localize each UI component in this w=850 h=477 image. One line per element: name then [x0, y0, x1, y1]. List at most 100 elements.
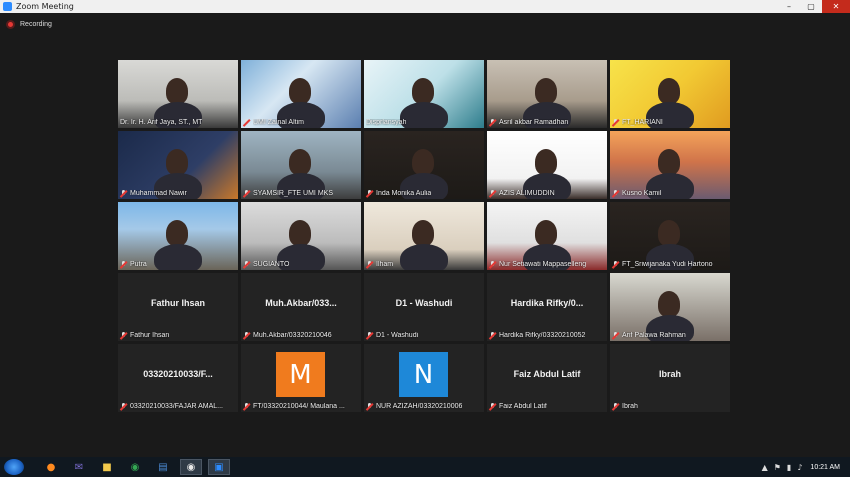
- participant-tile[interactable]: Hardika Rifky/0... Hardika Rifky/03320210…: [487, 273, 607, 341]
- participant-tile[interactable]: UMI Zainal Altim: [241, 60, 361, 128]
- volume-icon[interactable]: ♪: [797, 463, 802, 472]
- participant-tile[interactable]: Inda Monika Aulia: [364, 131, 484, 199]
- participant-silhouette: [658, 78, 680, 104]
- muted-mic-icon: [612, 332, 619, 339]
- taskbar-apps: ● ✉ ■ ◉ ▤ ◉ ▣: [34, 459, 230, 475]
- participant-tile[interactable]: Nur Setiawati Mappaselleng: [487, 202, 607, 270]
- participant-tile[interactable]: Dr. Ir. H. Arif Jaya, ST., MT: [118, 60, 238, 128]
- participant-silhouette: [166, 78, 188, 104]
- firefox-icon[interactable]: ●: [40, 459, 62, 475]
- participant-silhouette: [289, 78, 311, 104]
- participant-silhouette: [154, 244, 202, 270]
- participant-namebar: FT_HARIANI: [612, 119, 663, 126]
- participant-name: FT_Sriwijanaka Yudi Hartono: [622, 261, 713, 268]
- muted-mic-icon: [120, 261, 127, 268]
- participant-video: [610, 60, 730, 128]
- participant-name: FT/03320210044/ Maulana ...: [253, 403, 345, 410]
- participant-tile[interactable]: Disprlansyah: [364, 60, 484, 128]
- participant-tile[interactable]: AZIS ALIMUDDIN: [487, 131, 607, 199]
- start-button-icon[interactable]: [4, 459, 24, 475]
- participant-tile[interactable]: Faiz Abdul Latif Faiz Abdul Latif: [487, 344, 607, 412]
- muted-mic-icon: [489, 403, 496, 410]
- recording-indicator[interactable]: Recording: [6, 20, 52, 29]
- chrome-window-icon[interactable]: ◉: [180, 459, 202, 475]
- participant-silhouette: [658, 291, 680, 317]
- participant-tile[interactable]: Ibrah Ibrah: [610, 344, 730, 412]
- participant-avatar: M: [276, 352, 325, 397]
- participant-namebar: Asril akbar Ramadhan: [489, 119, 568, 126]
- participant-namebar: Nur Setiawati Mappaselleng: [489, 261, 586, 268]
- participant-name: Muhammad Nawir: [130, 190, 187, 197]
- participant-name: SUGIANTO: [253, 261, 290, 268]
- participant-silhouette: [412, 149, 434, 175]
- participant-namebar: Putra: [120, 261, 147, 268]
- participant-video: [610, 131, 730, 199]
- participant-tile[interactable]: SUGIANTO: [241, 202, 361, 270]
- participant-silhouette: [400, 244, 448, 270]
- participant-tile[interactable]: Ilham: [364, 202, 484, 270]
- participant-namebar: Disprlansyah: [366, 119, 406, 126]
- tray-chevron-icon[interactable]: ▲: [762, 463, 768, 472]
- participant-tile[interactable]: N NUR AZIZAH/03320210006: [364, 344, 484, 412]
- participant-video: [364, 131, 484, 199]
- participant-namebar: Ibrah: [612, 403, 638, 410]
- participant-tile[interactable]: FT_Sriwijanaka Yudi Hartono: [610, 202, 730, 270]
- participant-silhouette: [166, 220, 188, 246]
- participant-namebar: AZIS ALIMUDDIN: [489, 190, 555, 197]
- muted-mic-icon: [120, 332, 127, 339]
- participant-name: Muh.Akbar/03320210046: [253, 332, 332, 339]
- muted-mic-icon: [489, 190, 496, 197]
- participant-name: Faiz Abdul Latif: [499, 403, 547, 410]
- participant-namebar: SYAMSIR_FTE UMI MKS: [243, 190, 333, 197]
- zoom-window: Zoom Meeting – ▢ ✕ Recording Dr. Ir. H. …: [0, 0, 850, 457]
- participant-namebar: Arif Palawa Rahman: [612, 332, 686, 339]
- participant-tile[interactable]: M FT/03320210044/ Maulana ...: [241, 344, 361, 412]
- participant-tile[interactable]: Asril akbar Ramadhan: [487, 60, 607, 128]
- participant-namebar: Fathur Ihsan: [120, 332, 169, 339]
- participant-name: UMI Zainal Altim: [253, 119, 304, 126]
- participant-silhouette: [289, 149, 311, 175]
- muted-mic-icon: [489, 119, 496, 126]
- participant-tile[interactable]: Muh.Akbar/033... Muh.Akbar/03320210046: [241, 273, 361, 341]
- participant-tile[interactable]: Arif Palawa Rahman: [610, 273, 730, 341]
- participant-display-name: Fathur Ihsan: [150, 298, 205, 308]
- participant-namebar: NUR AZIZAH/03320210006: [366, 403, 462, 410]
- muted-mic-icon: [366, 403, 373, 410]
- participant-name: Asril akbar Ramadhan: [499, 119, 569, 126]
- participant-tile[interactable]: D1 - Washudi D1 - Washudi: [364, 273, 484, 341]
- recording-label: Recording: [20, 21, 52, 28]
- network-icon[interactable]: ▮: [787, 463, 791, 472]
- folder-icon[interactable]: ■: [96, 459, 118, 475]
- participant-tile[interactable]: Fathur Ihsan Fathur Ihsan: [118, 273, 238, 341]
- chrome-icon[interactable]: ◉: [124, 459, 146, 475]
- mail-icon[interactable]: ✉: [68, 459, 90, 475]
- participant-display-name: 03320210033/F...: [143, 369, 213, 379]
- participant-tile[interactable]: Kusno Kamil: [610, 131, 730, 199]
- taskbar-clock[interactable]: 10:21 AM: [810, 464, 840, 471]
- maximize-button[interactable]: ▢: [800, 0, 822, 13]
- participant-silhouette: [535, 78, 557, 104]
- participant-namebar: 03320210033/FAJAR AMAL...: [120, 403, 223, 410]
- participant-name: Nur Setiawati Mappaselleng: [499, 261, 587, 268]
- close-button[interactable]: ✕: [822, 0, 850, 13]
- document-icon[interactable]: ▤: [152, 459, 174, 475]
- system-tray: ▲ ⚑ ▮ ♪ 10:21 AM: [756, 457, 840, 477]
- action-center-flag-icon[interactable]: ⚑: [774, 463, 781, 472]
- participant-video: [610, 202, 730, 270]
- participant-video: [364, 60, 484, 128]
- participant-tile[interactable]: SYAMSIR_FTE UMI MKS: [241, 131, 361, 199]
- participant-namebar: Hardika Rifky/03320210052: [489, 332, 585, 339]
- participant-tile[interactable]: 03320210033/F... 03320210033/FAJAR AMAL..…: [118, 344, 238, 412]
- muted-mic-icon: [243, 190, 250, 197]
- participant-tile[interactable]: Muhammad Nawir: [118, 131, 238, 199]
- title-bar[interactable]: Zoom Meeting – ▢ ✕: [0, 0, 850, 13]
- recording-dot-icon: [6, 20, 15, 29]
- participant-silhouette: [412, 78, 434, 104]
- participant-name: Arif Palawa Rahman: [622, 332, 686, 339]
- zoom-icon[interactable]: ▣: [208, 459, 230, 475]
- participant-video: [241, 60, 361, 128]
- participant-tile[interactable]: FT_HARIANI: [610, 60, 730, 128]
- minimize-button[interactable]: –: [778, 0, 800, 13]
- participant-video: [118, 202, 238, 270]
- participant-tile[interactable]: Putra: [118, 202, 238, 270]
